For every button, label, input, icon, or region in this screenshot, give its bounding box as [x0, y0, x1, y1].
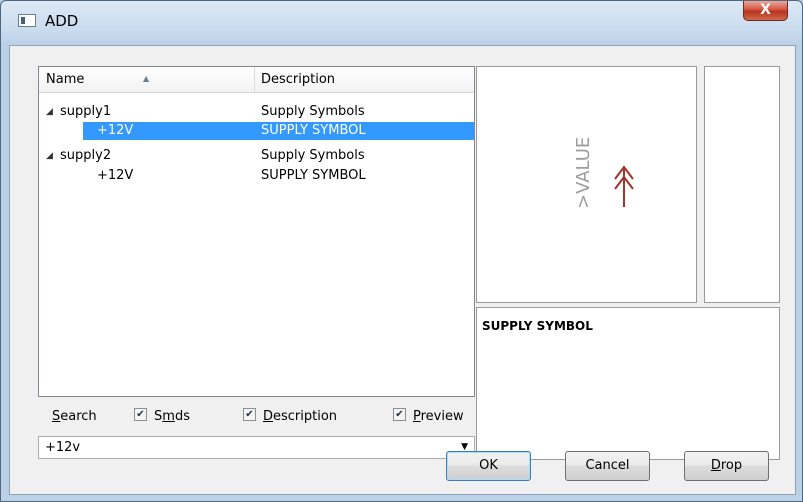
- search-combobox[interactable]: +12v ▼: [38, 436, 475, 459]
- drop-button[interactable]: Drop: [684, 451, 769, 481]
- description-panel: SUPPLY SYMBOL: [476, 307, 780, 460]
- row-description: Supply Symbols: [261, 148, 365, 163]
- description-text: SUPPLY SYMBOL: [482, 319, 593, 333]
- title-bar[interactable]: ADD X: [1, 1, 802, 45]
- preview-label[interactable]: Preview: [413, 409, 464, 424]
- close-button[interactable]: X: [743, 1, 788, 21]
- row-description: Supply Symbols: [261, 104, 365, 119]
- smds-checkbox[interactable]: ✔: [134, 408, 147, 421]
- library-tree[interactable]: Name ▲ Description ◢ supply1 Supply Symb…: [38, 66, 475, 397]
- tree-row-supply2-12v[interactable]: +12V SUPPLY SYMBOL: [39, 167, 474, 185]
- dialog-body: Name ▲ Description ◢ supply1 Supply Symb…: [9, 45, 796, 495]
- ok-button[interactable]: OK: [446, 451, 531, 481]
- row-description: SUPPLY SYMBOL: [261, 168, 366, 183]
- close-icon: X: [760, 2, 771, 18]
- smds-label[interactable]: Smds: [154, 409, 190, 424]
- search-label: Search: [52, 409, 97, 424]
- symbol-preview: >VALUE: [476, 66, 697, 303]
- window-title: ADD: [45, 12, 79, 30]
- row-name: supply2: [60, 148, 112, 163]
- search-options-row: Search ✔ Smds ✔ Description ✔ Preview: [38, 406, 475, 428]
- sort-ascending-icon: ▲: [143, 74, 150, 83]
- add-dialog: ADD X Name ▲ Description ◢ supply1 Suppl…: [0, 0, 803, 502]
- package-preview: [704, 66, 780, 303]
- tree-row-supply1-12v[interactable]: +12V SUPPLY SYMBOL: [83, 122, 474, 140]
- preview-checkbox[interactable]: ✔: [393, 408, 406, 421]
- description-label[interactable]: Description: [263, 409, 337, 424]
- window-icon: [18, 14, 36, 27]
- description-checkbox[interactable]: ✔: [243, 408, 256, 421]
- column-header-name[interactable]: Name ▲: [39, 67, 255, 92]
- tree-header: Name ▲ Description: [39, 67, 474, 93]
- row-description: SUPPLY SYMBOL: [261, 123, 366, 138]
- cancel-button[interactable]: Cancel: [565, 451, 650, 481]
- column-header-description[interactable]: Description: [255, 67, 474, 92]
- value-label: >VALUE: [573, 136, 594, 209]
- tree-row-supply2[interactable]: ◢ supply2 Supply Symbols: [39, 147, 474, 165]
- row-name: supply1: [60, 104, 112, 119]
- row-name: +12V: [97, 123, 134, 138]
- supply-arrow-icon: [614, 165, 634, 207]
- row-name: +12V: [97, 168, 134, 183]
- expanded-triangle-icon[interactable]: ◢: [46, 103, 53, 121]
- expanded-triangle-icon[interactable]: ◢: [46, 147, 53, 165]
- tree-row-supply1[interactable]: ◢ supply1 Supply Symbols: [39, 103, 474, 121]
- search-input[interactable]: +12v: [45, 440, 80, 455]
